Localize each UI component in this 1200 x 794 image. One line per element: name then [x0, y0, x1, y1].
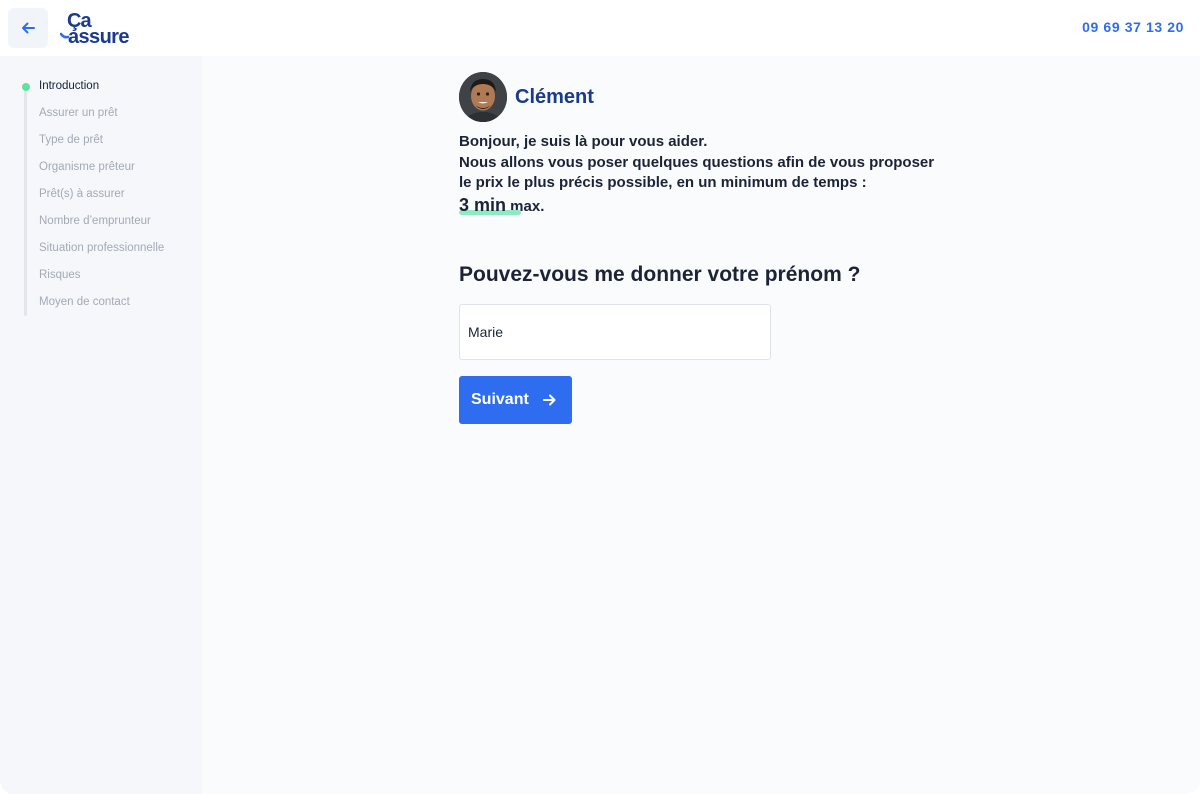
- step-label: Prêt(s) à assurer: [39, 188, 125, 200]
- next-button[interactable]: Suivant: [459, 375, 572, 424]
- logo[interactable]: Ça assure: [60, 10, 156, 46]
- active-step-dot: [21, 83, 30, 91]
- step-label: Organisme prêteur: [39, 161, 135, 173]
- step-prets-a-assurer[interactable]: Prêt(s) à assurer: [24, 186, 164, 213]
- step-label: Introduction: [39, 80, 100, 92]
- step-organisme-preteur[interactable]: Organisme prêteur: [24, 159, 164, 186]
- svg-text:assure: assure: [68, 26, 129, 46]
- agent-header: Clément: [459, 72, 979, 122]
- step-type-de-pret[interactable]: Type de prêt: [24, 132, 164, 159]
- next-button-label: Suivant: [471, 390, 529, 408]
- step-label: Nombre d’emprunteur: [39, 215, 151, 227]
- step-assurer-un-pret[interactable]: Assurer un prêt: [24, 105, 164, 132]
- agent-portrait-icon: [459, 72, 507, 122]
- sidebar: Introduction Assurer un prêt Type de prê…: [0, 56, 202, 794]
- step-moyen-de-contact[interactable]: Moyen de contact: [24, 294, 164, 321]
- arrow-right-icon: [542, 394, 556, 406]
- step-introduction[interactable]: Introduction: [21, 78, 164, 105]
- app-frame: Ça assure 09 69 37 13 20 Introduction As…: [0, 0, 1200, 794]
- steps-list: Introduction Assurer un prêt Type de prê…: [21, 78, 164, 321]
- first-name-input[interactable]: [459, 303, 771, 360]
- main-content: Clément Bonjour, je suis là pour vous ai…: [459, 72, 979, 424]
- intro-line: Bonjour, je suis là pour vous aider.: [459, 133, 708, 150]
- intro-text: Bonjour, je suis là pour vous aider. Nou…: [459, 132, 979, 194]
- step-label: Situation professionnelle: [39, 242, 165, 254]
- duration-highlight: 3 min: [459, 194, 521, 216]
- step-nombre-emprunteur[interactable]: Nombre d’emprunteur: [24, 213, 164, 240]
- step-label: Risques: [39, 269, 81, 281]
- phone-link[interactable]: 09 69 37 13 20: [1082, 19, 1184, 35]
- intro-line: Nous allons vous poser quelques question…: [459, 153, 935, 171]
- intro-line: le prix le plus précis possible, en un m…: [459, 174, 867, 191]
- question-title: Pouvez-vous me donner votre prénom ?: [459, 262, 861, 286]
- header: Ça assure 09 69 37 13 20: [0, 0, 1200, 56]
- step-situation-professionnelle[interactable]: Situation professionnelle: [24, 240, 164, 267]
- step-label: Moyen de contact: [39, 296, 130, 308]
- duration-line: 3 min max.: [459, 195, 979, 216]
- step-label: Type de prêt: [39, 134, 103, 146]
- step-risques[interactable]: Risques: [24, 267, 164, 294]
- duration-value: 3 min: [459, 194, 507, 215]
- agent-avatar: [459, 72, 507, 122]
- step-label: Assurer un prêt: [39, 107, 118, 119]
- agent-name: Clément: [515, 85, 594, 108]
- arrow-left-icon: [22, 22, 35, 34]
- back-button[interactable]: [8, 8, 48, 48]
